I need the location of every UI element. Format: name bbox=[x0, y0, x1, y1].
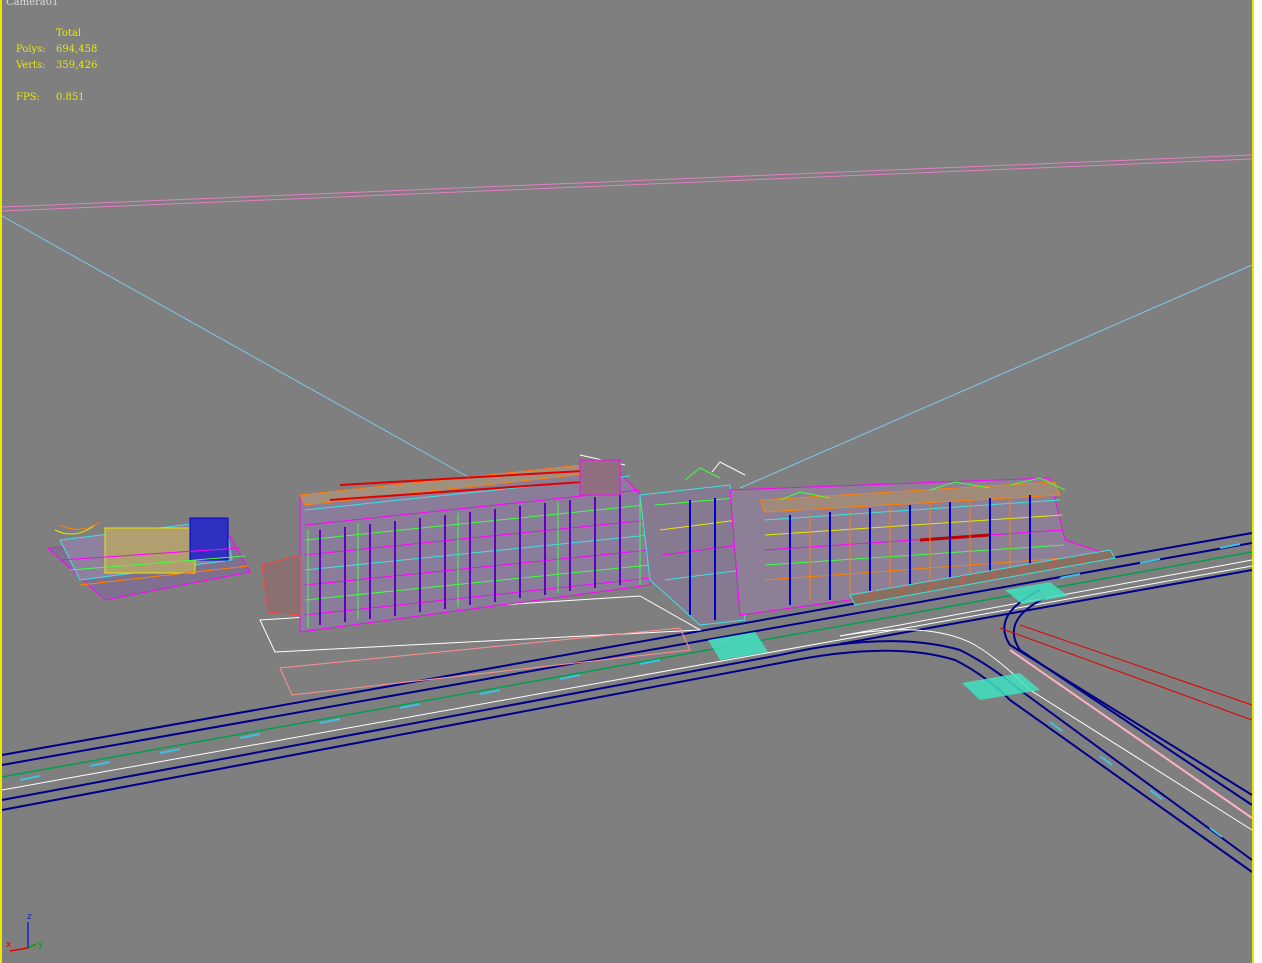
main-building-left bbox=[261, 454, 651, 633]
road-side bbox=[779, 589, 1253, 873]
verts-label: Verts: bbox=[16, 60, 46, 71]
polys-value: 694,458 bbox=[56, 44, 98, 55]
wireframe-scene[interactable] bbox=[0, 0, 1262, 963]
small-building bbox=[46, 517, 251, 601]
fps-value: 0.851 bbox=[56, 92, 85, 103]
camera-viewport[interactable]: Camera01 Total Polys: 694,458 Verts: 359… bbox=[0, 0, 1262, 963]
verts-value: 359,426 bbox=[56, 60, 98, 71]
polys-label: Polys: bbox=[16, 44, 46, 55]
far-plane-line bbox=[1, 154, 1253, 208]
fps-label: FPS: bbox=[16, 92, 40, 103]
middle-connector bbox=[639, 461, 746, 626]
viewport-side-strip bbox=[1254, 0, 1262, 963]
camera-frustum-right bbox=[739, 264, 1253, 489]
axis-x-label: x bbox=[6, 940, 12, 950]
axis-y-label: y bbox=[38, 940, 44, 950]
xyz-axis-gizmo-icon: z x y bbox=[4, 910, 54, 955]
stats-header: Total bbox=[56, 28, 82, 39]
axis-z-label: z bbox=[27, 912, 32, 922]
camera-frustum-left bbox=[1, 215, 471, 479]
viewport-border-left bbox=[0, 0, 2, 963]
viewport-label[interactable]: Camera01 bbox=[6, 0, 58, 8]
